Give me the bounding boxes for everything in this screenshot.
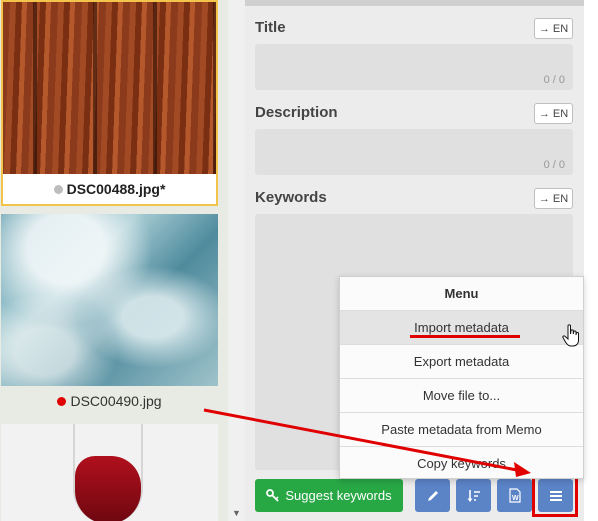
panel-top-bar (245, 0, 584, 6)
title-input[interactable]: 0 / 0 (255, 44, 573, 90)
menu-item-paste-metadata-memo[interactable]: Paste metadata from Memo (340, 413, 583, 447)
thumbnail-image-wood[interactable] (3, 2, 216, 174)
keywords-label: Keywords (255, 189, 327, 206)
sort-icon (467, 489, 480, 502)
thumbnail-list: DSC00488.jpg* DSC00490.jpg (0, 0, 228, 521)
scroll-down-arrow-icon[interactable]: ▼ (232, 508, 241, 518)
word-doc-icon: W (508, 488, 521, 503)
key-icon (266, 488, 280, 502)
scrollbar[interactable]: ▼ (228, 0, 245, 521)
status-dot (53, 184, 63, 194)
suggest-keywords-label: Suggest keywords (285, 488, 392, 503)
status-dot (57, 396, 67, 406)
description-counter: 0 / 0 (543, 159, 565, 171)
thumbnail-card-selected[interactable]: DSC00488.jpg* (1, 0, 218, 206)
thumbnail-caption: DSC00490.jpg (1, 386, 218, 416)
import-underline-annotation (410, 335, 520, 338)
menu-item-move-file[interactable]: Move file to... (340, 379, 583, 413)
thumbnail-image-paint[interactable] (1, 214, 218, 386)
thumbnail-caption: DSC00488.jpg* (3, 174, 216, 204)
title-translate-button[interactable]: → EN (534, 18, 573, 39)
thumbnail-filename: DSC00488.jpg* (66, 181, 166, 197)
sort-button[interactable] (456, 479, 491, 512)
menu-item-copy-keywords[interactable]: Copy keywords (340, 447, 583, 478)
menu-item-export-metadata[interactable]: Export metadata (340, 345, 583, 379)
context-menu: Menu Import metadata Export metadata Mov… (339, 276, 584, 479)
pencil-icon (427, 490, 438, 501)
description-label: Description (255, 104, 338, 121)
hand-cursor-icon (562, 324, 579, 347)
svg-text:W: W (512, 495, 519, 502)
thumbnail-card[interactable]: DSC00490.jpg (1, 214, 218, 416)
title-counter: 0 / 0 (543, 74, 565, 86)
word-export-button[interactable]: W (497, 479, 532, 512)
suggest-keywords-button[interactable]: Suggest keywords (255, 479, 403, 512)
thumbnail-image-wine[interactable] (1, 424, 218, 521)
menu-button-highlight (532, 474, 578, 517)
edit-button[interactable] (415, 479, 450, 512)
description-translate-button[interactable]: → EN (534, 103, 573, 124)
menu-item-import-metadata[interactable]: Import metadata (340, 311, 583, 345)
keywords-translate-button[interactable]: → EN (534, 188, 573, 209)
title-label: Title (255, 19, 286, 36)
thumbnail-filename: DSC00490.jpg (70, 393, 162, 409)
menu-header: Menu (340, 277, 583, 311)
description-input[interactable]: 0 / 0 (255, 129, 573, 175)
wine-liquid (75, 456, 141, 521)
thumbnail-card[interactable] (1, 424, 218, 521)
